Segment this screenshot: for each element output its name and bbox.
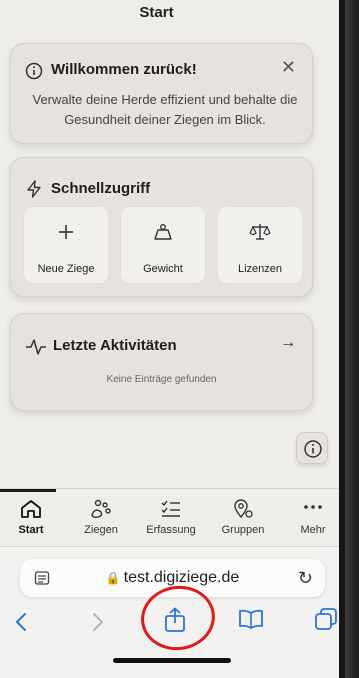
activity-pulse-icon [25,338,47,361]
tab-capture[interactable]: Erfassung [140,495,202,545]
phone-screen: Start Willkommen zurück! ✕ Verwalte dein… [0,0,345,678]
plus-icon [59,225,73,239]
new-goat-button[interactable]: Neue Ziege [23,206,109,284]
close-icon[interactable]: ✕ [281,58,296,76]
checklist-icon [161,500,180,517]
quick-access-title: Schnellzugriff [51,180,151,197]
info-icon [304,440,322,458]
new-goat-label: Neue Ziege [37,263,95,275]
info-button[interactable] [296,432,328,464]
licenses-button[interactable]: Lizenzen [217,206,303,284]
url-text: test.digiziege.de [123,569,240,586]
home-icon [21,500,41,518]
home-indicator [113,658,231,663]
welcome-text: Verwalte deine Herde effizient und behal… [32,92,298,127]
active-tab-indicator [0,489,56,492]
group-icon [234,499,253,519]
tab-start-label: Start [18,524,44,536]
tab-goats[interactable]: Ziegen [70,495,132,545]
recent-activity-card[interactable]: Letzte Aktivitäten → Keine Einträge gefu… [10,313,313,411]
weight-icon [154,224,172,240]
quick-access-card: Schnellzugriff Neue Ziege Gewicht Lizenz… [10,157,313,297]
tabs-icon[interactable] [314,607,338,636]
bookmarks-icon[interactable] [238,609,264,634]
info-icon [25,62,43,85]
recent-activity-title: Letzte Aktivitäten [53,337,177,354]
tab-more[interactable]: Mehr [282,495,339,545]
welcome-card: Willkommen zurück! ✕ Verwalte deine Herd… [10,43,313,144]
url-display: 🔒 test.digiziege.de [20,569,325,587]
tab-capture-label: Erfassung [146,524,196,536]
weight-button[interactable]: Gewicht [120,206,206,284]
tab-groups-label: Gruppen [221,524,265,536]
weight-label: Gewicht [143,263,183,275]
scale-icon [249,224,271,240]
more-icon [304,505,322,509]
lock-icon: 🔒 [105,571,121,585]
licenses-label: Lizenzen [237,263,283,275]
lightning-icon [25,180,43,203]
page-title: Start [139,4,174,21]
welcome-title: Willkommen zurück! [51,61,197,78]
tab-start[interactable]: Start [0,495,62,545]
forward-icon[interactable] [91,611,105,638]
tab-more-label: Mehr [300,524,326,536]
goat-icon [91,499,111,518]
arrow-right-icon[interactable]: → [280,334,296,352]
tab-groups[interactable]: Gruppen [212,495,274,545]
phone-edge [345,0,359,678]
back-icon[interactable] [14,611,28,638]
tab-goats-label: Ziegen [84,524,118,536]
bottom-tab-bar: Start Ziegen Erfassung Gruppen Mehr [0,488,339,546]
reload-icon[interactable]: ↻ [298,568,313,589]
empty-state-text: Keine Einträge gefunden [106,374,217,385]
